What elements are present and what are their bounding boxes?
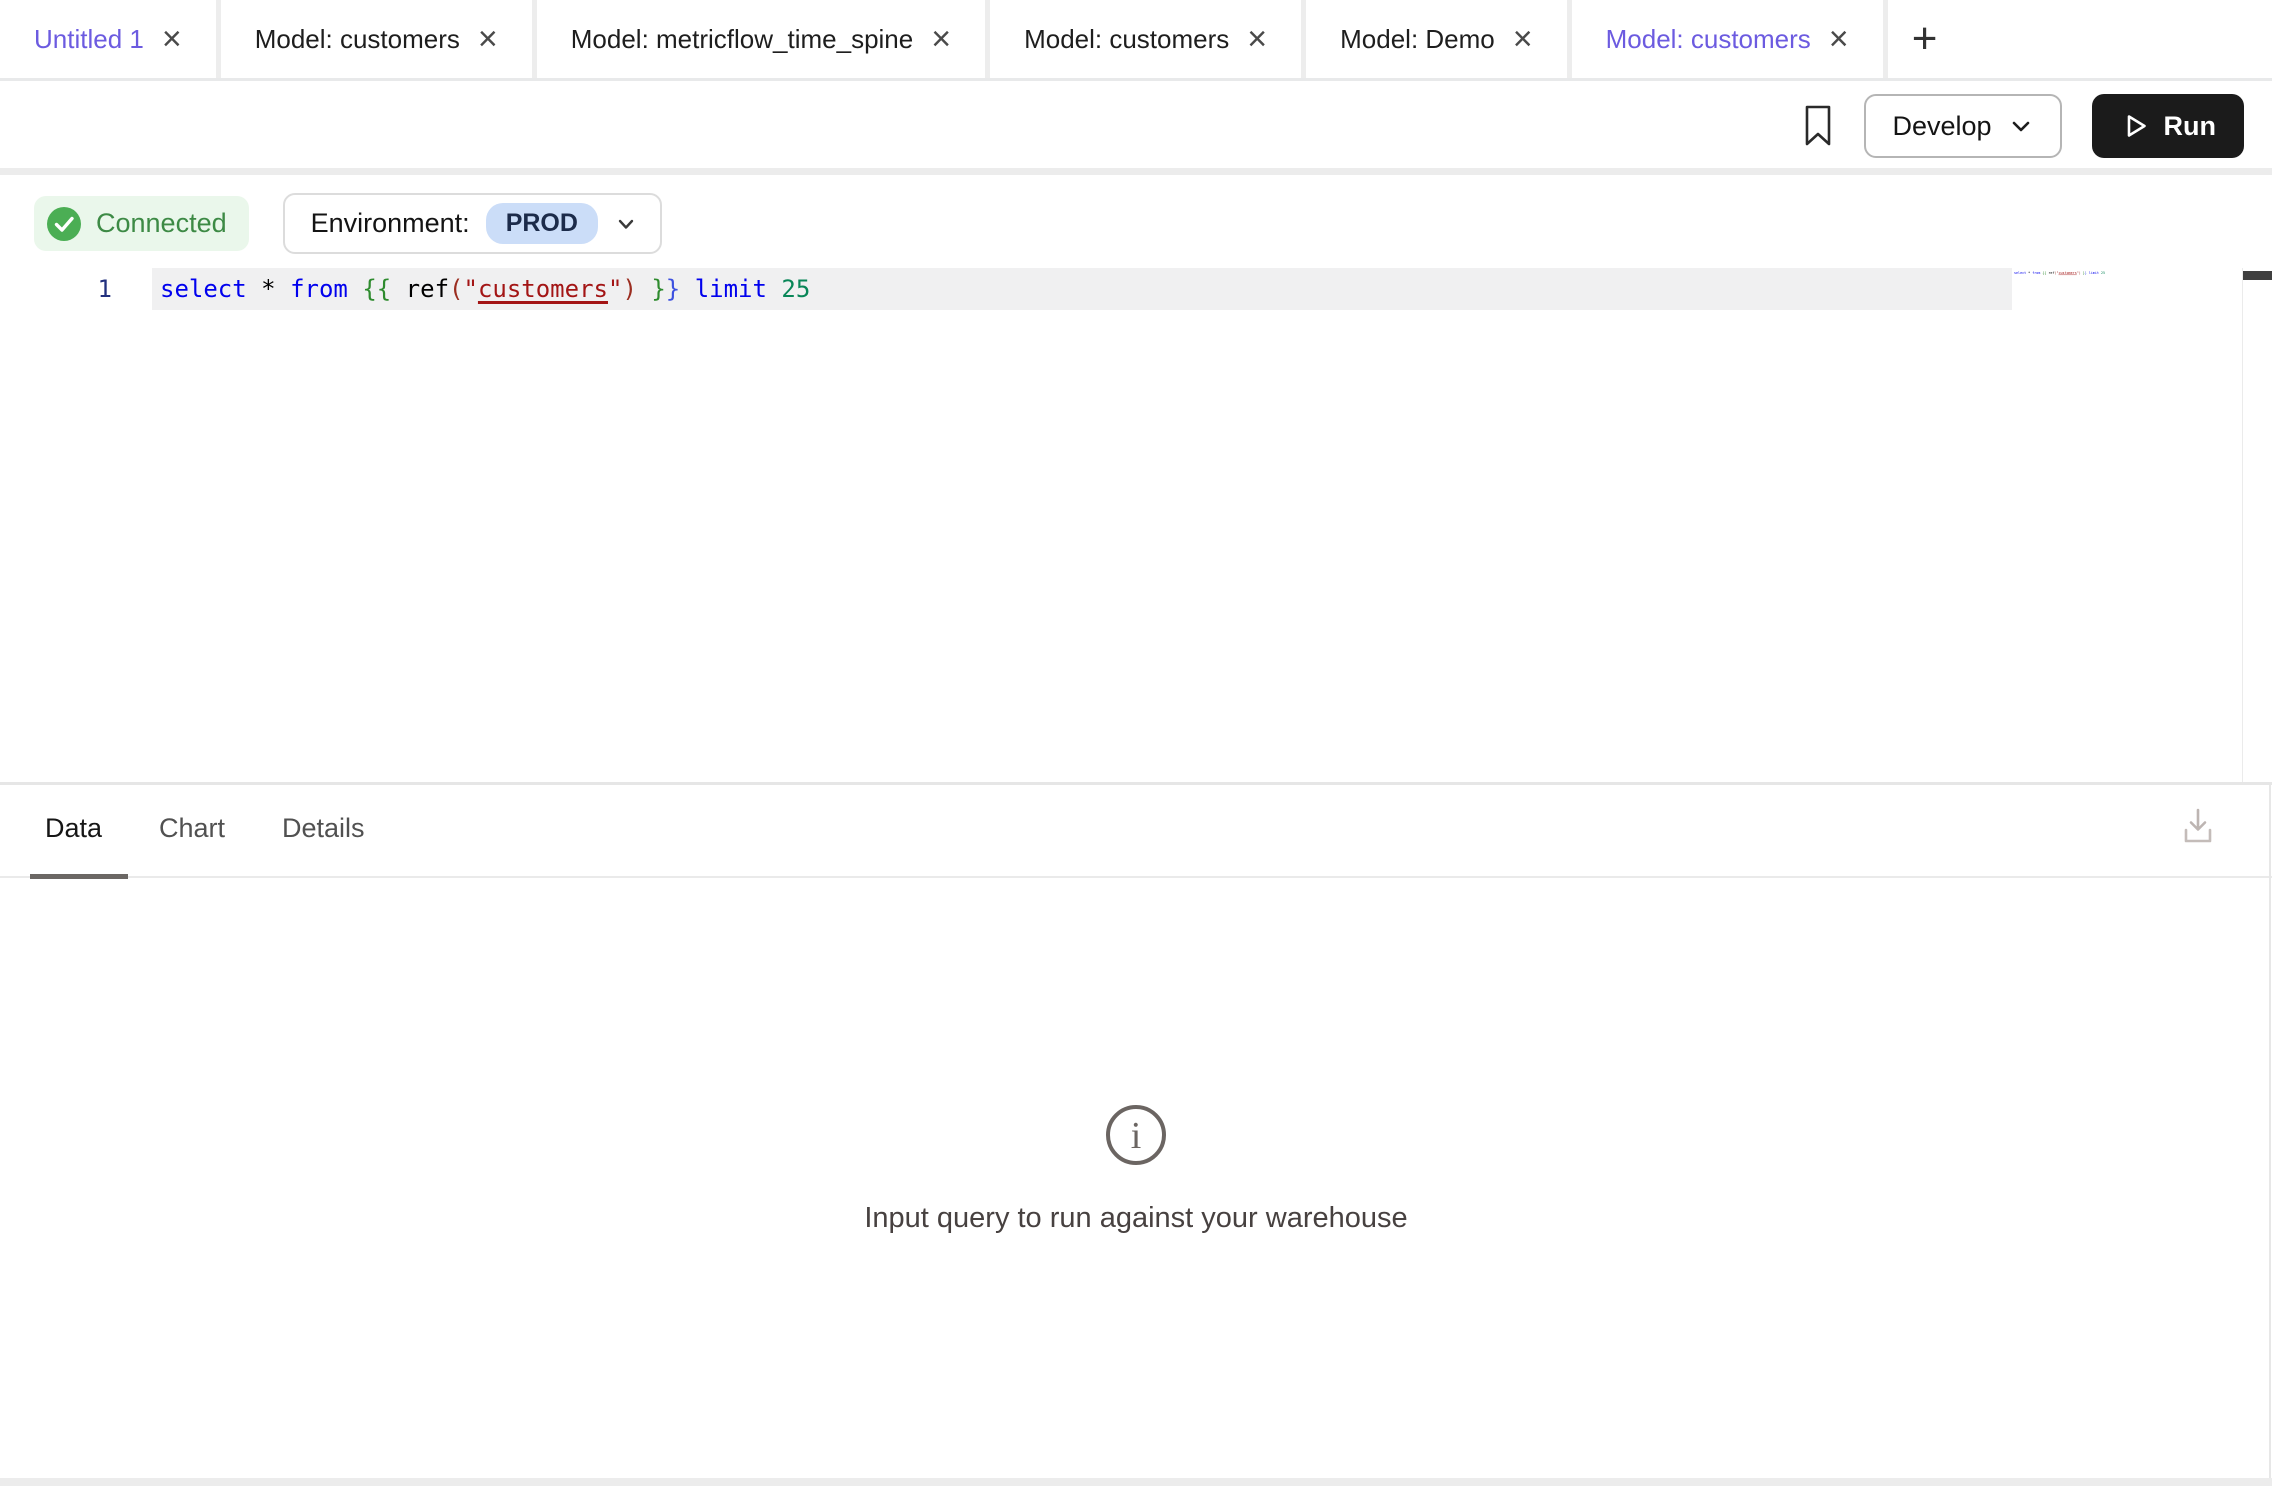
tab-label: Model: customers: [1024, 24, 1229, 55]
environment-selector[interactable]: Environment: PROD: [283, 193, 662, 254]
tab-label: Model: Demo: [1340, 24, 1495, 55]
new-tab-button[interactable]: +: [1888, 0, 1962, 78]
tab-untitled-1[interactable]: Untitled 1 ×: [0, 0, 221, 78]
plus-icon: +: [1912, 14, 1938, 64]
close-icon[interactable]: ×: [1829, 22, 1849, 56]
editor-minimap[interactable]: select * from {{ ref("customers") }} lim…: [2014, 270, 2234, 284]
results-empty-state: i Input query to run against your wareho…: [0, 1103, 2272, 1235]
environment-value-chip: PROD: [486, 203, 598, 244]
develop-dropdown-button[interactable]: Develop: [1864, 94, 2061, 158]
close-icon[interactable]: ×: [1247, 22, 1267, 56]
line-number: 1: [0, 268, 112, 310]
statusbar-edge: [0, 1478, 2272, 1486]
tab-chart[interactable]: Chart: [159, 813, 225, 844]
tab-label: Model: customers: [255, 24, 460, 55]
bookmark-icon[interactable]: [1802, 103, 1834, 149]
close-icon[interactable]: ×: [931, 22, 951, 56]
minimap-code-line: select * from {{ ref("customers") }} lim…: [2014, 270, 2045, 276]
check-circle-icon: [46, 206, 82, 242]
panel-right-border: [2269, 785, 2271, 1478]
empty-state-message: Input query to run against your warehous…: [0, 1202, 2272, 1235]
editor-tab-strip: Untitled 1 × Model: customers × Model: m…: [0, 0, 2272, 81]
tab-model-metricflow-time-spine[interactable]: Model: metricflow_time_spine ×: [537, 0, 990, 78]
tab-details[interactable]: Details: [282, 813, 365, 844]
results-tab-bar: Data Chart Details: [0, 785, 2272, 878]
develop-label: Develop: [1892, 111, 1991, 142]
tab-data[interactable]: Data: [45, 813, 102, 844]
chevron-down-icon: [614, 212, 638, 236]
results-panel: Data Chart Details i Input query to run …: [0, 785, 2272, 1478]
close-icon[interactable]: ×: [1513, 22, 1533, 56]
ide-window: Untitled 1 × Model: customers × Model: m…: [0, 0, 2272, 1486]
svg-text:i: i: [1131, 1115, 1142, 1157]
chevron-down-icon: [2008, 113, 2034, 139]
connection-status-row: Connected Environment: PROD: [34, 193, 662, 254]
close-icon[interactable]: ×: [162, 22, 182, 56]
toolbar: Develop Run: [0, 84, 2272, 175]
code-line[interactable]: select * from {{ ref("customers") }} lim…: [160, 268, 810, 310]
close-icon[interactable]: ×: [478, 22, 498, 56]
run-label: Run: [2164, 111, 2216, 142]
sql-editor[interactable]: 1 select * from {{ ref("customers") }} l…: [0, 266, 2272, 785]
editor-scrollbar[interactable]: [2242, 268, 2272, 782]
tab-model-customers-3[interactable]: Model: customers ×: [1572, 0, 1888, 78]
run-button[interactable]: Run: [2092, 94, 2244, 158]
tab-label: Model: metricflow_time_spine: [571, 24, 913, 55]
scrollbar-thumb[interactable]: [2243, 271, 2272, 280]
active-tab-underline: [30, 874, 128, 879]
tab-model-customers-2[interactable]: Model: customers ×: [990, 0, 1306, 78]
tab-label: Untitled 1: [34, 24, 144, 55]
connected-label: Connected: [96, 208, 227, 239]
play-icon: [2120, 111, 2150, 141]
tab-model-customers-1[interactable]: Model: customers ×: [221, 0, 537, 78]
info-icon: i: [1104, 1103, 1168, 1167]
connected-status-badge: Connected: [34, 196, 249, 251]
tab-model-demo[interactable]: Model: Demo ×: [1306, 0, 1571, 78]
tab-label: Model: customers: [1606, 24, 1811, 55]
environment-label: Environment:: [311, 208, 470, 239]
download-icon[interactable]: [2180, 805, 2216, 852]
